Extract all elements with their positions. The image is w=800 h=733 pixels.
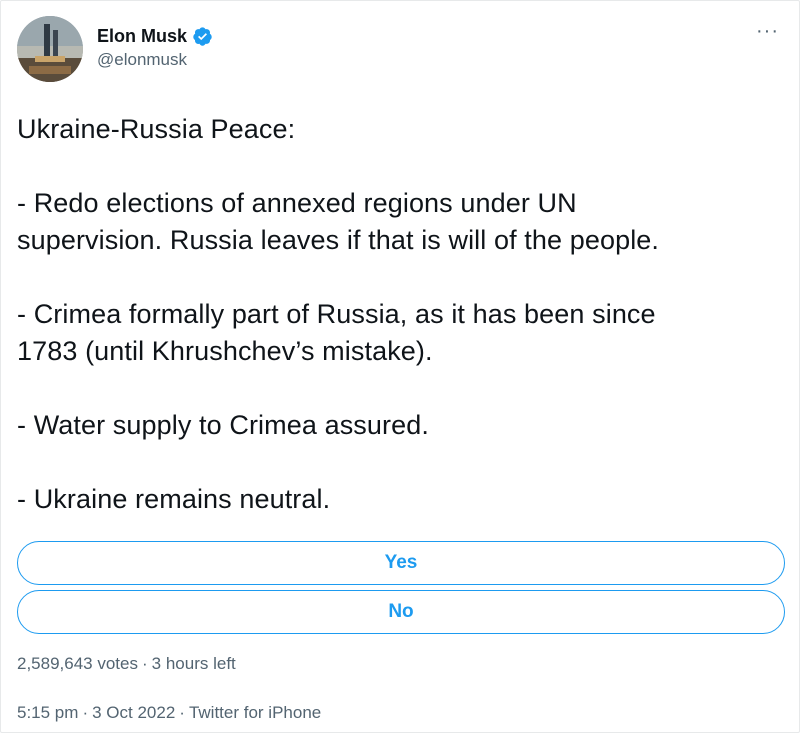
- tweet-line: - Water supply to Crimea assured.: [17, 410, 429, 440]
- tweet-line: supervision. Russia leaves if that is wi…: [17, 225, 660, 255]
- tweet-line: Ukraine-Russia Peace:: [17, 114, 296, 144]
- tweet-line: 1783 (until Khrushchev’s mistake).: [17, 336, 433, 366]
- poll-meta: 2,589,643 votes · 3 hours left: [17, 653, 236, 675]
- poll-option-yes[interactable]: Yes: [17, 541, 785, 585]
- tweet-header: Elon Musk @elonmusk ···: [17, 16, 787, 82]
- tweet-line: - Redo elections of annexed regions unde…: [17, 188, 577, 218]
- author-handle[interactable]: @elonmusk: [97, 49, 213, 71]
- separator: ·: [141, 654, 148, 673]
- poll-option-no[interactable]: No: [17, 590, 785, 634]
- tweet-source[interactable]: Twitter for iPhone: [189, 703, 321, 722]
- author-name[interactable]: Elon Musk: [97, 25, 187, 47]
- name-row: Elon Musk: [97, 25, 213, 47]
- more-options-icon[interactable]: ···: [756, 21, 779, 41]
- tweet-card: Elon Musk @elonmusk ··· Ukraine-Russia P…: [0, 0, 800, 733]
- poll-time-left: 3 hours left: [151, 654, 236, 673]
- poll: Yes No: [17, 541, 785, 634]
- separator: ·: [179, 703, 185, 722]
- tweet-date[interactable]: 3 Oct 2022: [92, 703, 175, 722]
- verified-badge-icon: [192, 26, 213, 47]
- tweet-time[interactable]: 5:15 pm: [17, 703, 78, 722]
- tweet-line: - Crimea formally part of Russia, as it …: [17, 299, 656, 329]
- author-block: Elon Musk @elonmusk: [97, 25, 213, 71]
- poll-votes: 2,589,643 votes: [17, 654, 138, 673]
- avatar-image-icon: [17, 16, 83, 82]
- tweet-text: Ukraine-Russia Peace: - Redo elections o…: [17, 111, 787, 518]
- tweet-timestamp: 5:15 pm · 3 Oct 2022 · Twitter for iPhone: [17, 702, 321, 724]
- separator: ·: [82, 703, 89, 722]
- tweet-line: - Ukraine remains neutral.: [17, 484, 331, 514]
- avatar[interactable]: [17, 16, 83, 82]
